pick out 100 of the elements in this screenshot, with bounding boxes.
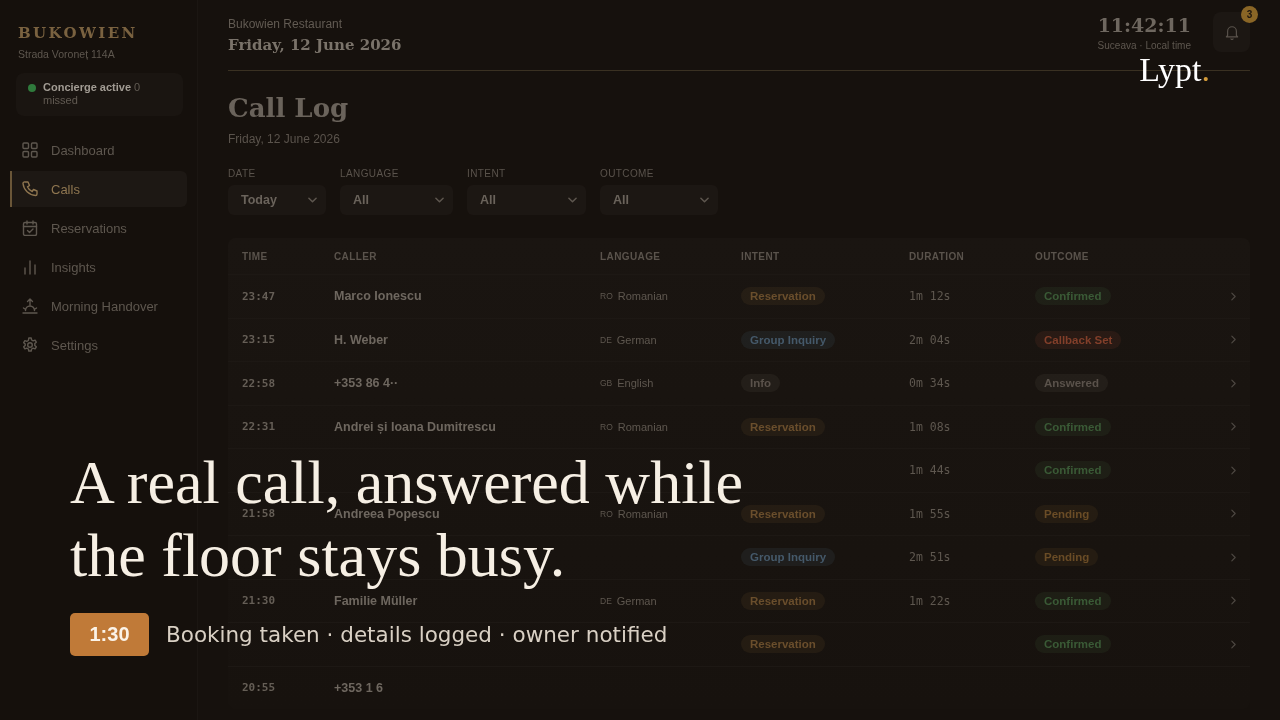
address-text: Strada Voroneț 114A [17, 48, 116, 60]
chevron-right-icon[interactable] [1231, 378, 1236, 388]
chevron-right-icon[interactable] [1231, 552, 1236, 562]
nav-item[interactable]: Settings [10, 327, 187, 363]
duration-badge: 1:30 [70, 613, 149, 656]
intent-tag: Group Inquiry [741, 330, 836, 349]
language-name: German [616, 594, 657, 607]
chevron-down-icon [568, 197, 577, 203]
nav-item[interactable]: Reservations [10, 210, 187, 246]
notification-badge: 3 [1241, 6, 1258, 23]
intent-tag: Reservation [741, 504, 825, 523]
language-name: Romanian [617, 290, 668, 303]
chevron-down-icon [308, 197, 317, 203]
language-code: RO [600, 291, 613, 302]
header-date: Friday, 12 June 2026 [228, 35, 402, 54]
column-header: INTENT [741, 250, 781, 262]
language-code: RO [600, 421, 613, 432]
nav-item[interactable]: Insights [10, 249, 187, 285]
language-name: German [616, 333, 657, 346]
chevron-right-icon[interactable] [1231, 639, 1236, 649]
page-title: Call Log [228, 92, 350, 125]
outcome-tag: Callback Set [1035, 330, 1122, 349]
intent-tag: Group Inquiry [741, 548, 836, 567]
chevron-right-icon[interactable] [1231, 596, 1236, 606]
phone-icon [22, 181, 38, 197]
language-name: English [617, 377, 654, 390]
grid-icon [22, 142, 38, 158]
filter-label: LANGUAGE [340, 168, 400, 179]
restaurant-name: Bukowien Restaurant [228, 16, 344, 31]
filter-label: INTENT [467, 168, 507, 179]
chevron-right-icon[interactable] [1231, 509, 1236, 519]
headline: the floor stays busy. [70, 528, 566, 591]
intent-tag: Reservation [741, 417, 825, 436]
caller-name: +353 1 6 [334, 680, 383, 695]
chevron-down-icon [435, 197, 444, 203]
filter-label: DATE [228, 168, 257, 179]
table-cell: 0m 34s [909, 376, 951, 391]
caller-name: +353 86 4·· [334, 376, 399, 391]
chevron-right-icon[interactable] [1231, 291, 1236, 301]
table-cell: 1m 55s [909, 506, 951, 521]
page-subtitle: Friday, 12 June 2026 [228, 132, 341, 146]
sunrise-icon [22, 298, 38, 314]
table-cell: 1m 12s [909, 289, 951, 304]
outcome-tag: Pending [1035, 504, 1099, 523]
table-cell: 22:31 [242, 420, 276, 434]
column-header: TIME [242, 250, 269, 262]
outcome-tag: Confirmed [1035, 417, 1111, 436]
caller-name: H. Weber [334, 332, 388, 347]
chevron-right-icon[interactable] [1231, 335, 1236, 345]
chevron-down-icon [700, 197, 709, 203]
caller-name: Andrei și Ioana Dumitrescu [334, 419, 496, 434]
language-code: DE [600, 595, 612, 606]
table-cell: 20:55 [242, 681, 276, 695]
intent-tag: Reservation [741, 287, 825, 306]
clock-caption: Suceava · Local time [1097, 39, 1191, 51]
table-cell: 23:47 [242, 289, 276, 303]
outcome-tag: Confirmed [1035, 591, 1111, 610]
column-header: DURATION [909, 250, 966, 262]
table-cell: 1m 22s [909, 593, 951, 608]
caller-name: Marco Ionescu [334, 289, 422, 304]
outcome-tag: Confirmed [1035, 635, 1111, 654]
outcome-tag: Confirmed [1035, 287, 1111, 306]
bell-icon [1224, 24, 1239, 40]
table-cell: 1m 08s [909, 419, 951, 434]
nav-item[interactable]: Morning Handover [10, 288, 187, 324]
intent-tag: Reservation [741, 591, 825, 610]
bar-chart-icon [22, 259, 38, 275]
table-cell: 23:15 [242, 333, 276, 347]
brand-logo: Lypt. [1139, 54, 1210, 86]
calendar-check-icon [22, 220, 38, 236]
table-cell: 2m 04s [909, 332, 951, 347]
language-code: GB [600, 378, 613, 389]
column-header: OUTCOME [1035, 250, 1090, 262]
language-code: RO [600, 508, 613, 519]
filter-dropdown[interactable]: All [467, 185, 586, 215]
outcome-tag: Confirmed [1035, 461, 1111, 480]
table-cell: 1m 44s [909, 463, 951, 478]
settings-icon [22, 337, 38, 353]
filter-dropdown[interactable]: All [600, 185, 718, 215]
chevron-right-icon[interactable] [1231, 465, 1236, 475]
caller-name: Familie Müller [334, 593, 418, 608]
clock-time: 11:42:11 [1097, 13, 1191, 36]
nav-item[interactable]: Calls [10, 171, 187, 207]
outcome-tag: Pending [1035, 548, 1099, 567]
filter-dropdown[interactable]: Today [228, 185, 326, 215]
nav-item[interactable]: Dashboard [10, 132, 187, 168]
column-header: LANGUAGE [600, 250, 662, 262]
language-name: Romanian [617, 507, 668, 520]
chevron-right-icon[interactable] [1231, 422, 1236, 432]
filter-label: OUTCOME [600, 168, 655, 179]
caption-text: Booking taken · details logged · owner notified [166, 622, 668, 647]
language-name: Romanian [617, 420, 668, 433]
table-cell: 2m 51s [909, 550, 951, 565]
brand-name: BUKOWIEN [17, 24, 139, 42]
status-text: Concierge active 0 missed [43, 81, 142, 107]
intent-tag: Reservation [741, 635, 825, 654]
table-cell: 22:58 [242, 376, 276, 390]
language-code: DE [600, 334, 612, 345]
filter-dropdown[interactable]: All [340, 185, 453, 215]
column-header: CALLER [334, 250, 378, 262]
